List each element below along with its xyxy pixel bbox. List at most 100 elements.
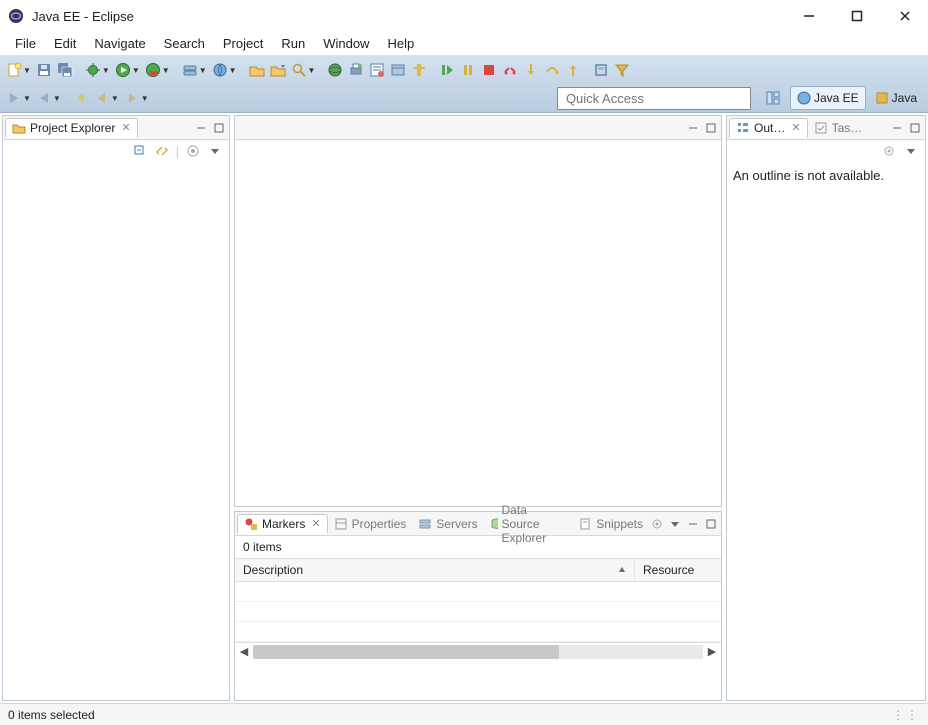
back-history-dropdown[interactable]: ▼ xyxy=(111,94,121,103)
forward-dropdown[interactable]: ▼ xyxy=(141,94,151,103)
step-return-button[interactable] xyxy=(563,60,583,80)
markers-horizontal-scrollbar[interactable]: ◀ ▶ xyxy=(235,642,721,660)
next-annotation-button[interactable] xyxy=(4,88,24,108)
servers-icon xyxy=(418,517,432,531)
project-explorer-toolbar: | xyxy=(3,140,229,162)
toggle-breadcrumb-button[interactable] xyxy=(409,60,429,80)
open-resource-button[interactable] xyxy=(268,60,288,80)
outline-focus-button[interactable] xyxy=(879,141,899,161)
menu-run[interactable]: Run xyxy=(272,34,314,53)
debug-button[interactable] xyxy=(83,60,103,80)
menu-project[interactable]: Project xyxy=(214,34,272,53)
run-button[interactable] xyxy=(113,60,133,80)
markers-close-icon[interactable]: ✕ xyxy=(311,517,320,530)
scroll-track[interactable] xyxy=(253,645,703,659)
view-menu-button[interactable] xyxy=(205,141,225,161)
resize-grip-icon[interactable]: ⋮⋮ xyxy=(892,708,920,722)
disconnect-button[interactable] xyxy=(500,60,520,80)
menu-navigate[interactable]: Navigate xyxy=(85,34,154,53)
run-on-server-dropdown[interactable]: ▼ xyxy=(162,66,172,75)
search-button[interactable] xyxy=(289,60,309,80)
use-step-filters-button[interactable] xyxy=(612,60,632,80)
editor-minimize-button[interactable] xyxy=(685,120,701,136)
snippets-label: Snippets xyxy=(596,517,643,531)
step-over-button[interactable] xyxy=(542,60,562,80)
focus-task-button[interactable] xyxy=(183,141,203,161)
suspend-button[interactable] xyxy=(458,60,478,80)
debug-dropdown[interactable]: ▼ xyxy=(102,66,112,75)
quick-access-input[interactable] xyxy=(557,87,751,110)
drop-to-frame-button[interactable] xyxy=(591,60,611,80)
task-button[interactable] xyxy=(367,60,387,80)
project-explorer-icon xyxy=(12,121,26,135)
project-explorer-body xyxy=(3,162,229,700)
properties-tab[interactable]: Properties xyxy=(328,515,413,533)
save-all-button[interactable] xyxy=(55,60,75,80)
back-history-button[interactable] xyxy=(92,88,112,108)
servers-tab[interactable]: Servers xyxy=(412,515,483,533)
scroll-left-icon[interactable]: ◀ xyxy=(235,645,253,658)
project-explorer-maximize-button[interactable] xyxy=(211,120,227,136)
markers-maximize-button[interactable] xyxy=(703,516,719,532)
back-button[interactable] xyxy=(71,88,91,108)
run-dropdown[interactable]: ▼ xyxy=(132,66,142,75)
prev-annotation-dropdown[interactable]: ▼ xyxy=(53,94,63,103)
outline-tab[interactable]: Out… ✕ xyxy=(729,118,808,138)
scroll-thumb[interactable] xyxy=(253,645,559,659)
markers-view-menu-button[interactable] xyxy=(667,516,683,532)
java-icon xyxy=(875,91,889,105)
menu-file[interactable]: File xyxy=(6,34,45,53)
new-server-button[interactable] xyxy=(180,60,200,80)
outline-minimize-button[interactable] xyxy=(889,120,905,136)
markers-col-description[interactable]: Description xyxy=(235,559,635,581)
project-explorer-minimize-button[interactable] xyxy=(193,120,209,136)
minimize-button[interactable] xyxy=(794,4,824,28)
link-editor-button[interactable] xyxy=(152,141,172,161)
markers-focus-button[interactable] xyxy=(649,516,665,532)
markers-tab[interactable]: Markers ✕ xyxy=(237,514,328,534)
open-web-browser-button[interactable] xyxy=(325,60,345,80)
project-explorer-tab[interactable]: Project Explorer ✕ xyxy=(5,118,138,138)
resume-button[interactable] xyxy=(437,60,457,80)
maximize-button[interactable] xyxy=(842,4,872,28)
open-type-button[interactable] xyxy=(247,60,267,80)
editor-maximize-button[interactable] xyxy=(703,120,719,136)
open-perspective-button[interactable] xyxy=(758,86,788,110)
outline-close-icon[interactable]: ✕ xyxy=(791,121,800,134)
menu-window[interactable]: Window xyxy=(314,34,378,53)
project-explorer-panel: Project Explorer ✕ | xyxy=(2,115,230,701)
print-button[interactable] xyxy=(346,60,366,80)
new-button[interactable] xyxy=(4,60,24,80)
menu-help[interactable]: Help xyxy=(378,34,423,53)
next-annotation-dropdown[interactable]: ▼ xyxy=(23,94,33,103)
new-dropdown[interactable]: ▼ xyxy=(23,66,33,75)
new-web-dropdown[interactable]: ▼ xyxy=(229,66,239,75)
snippets-tab[interactable]: Snippets xyxy=(572,515,649,533)
outline-maximize-button[interactable] xyxy=(907,120,923,136)
editor-panel xyxy=(234,115,722,507)
collapse-all-button[interactable] xyxy=(130,141,150,161)
save-button[interactable] xyxy=(34,60,54,80)
project-explorer-close-icon[interactable]: ✕ xyxy=(121,121,130,134)
pin-button[interactable] xyxy=(388,60,408,80)
search-dropdown[interactable]: ▼ xyxy=(308,66,318,75)
scroll-right-icon[interactable]: ▶ xyxy=(703,645,721,658)
tasks-tab[interactable]: Tas… xyxy=(808,119,869,137)
step-into-button[interactable] xyxy=(521,60,541,80)
center-area: Markers ✕ Properties Servers Data Source… xyxy=(234,115,722,701)
menu-search[interactable]: Search xyxy=(155,34,214,53)
outline-view-menu-button[interactable] xyxy=(901,141,921,161)
terminate-button[interactable] xyxy=(479,60,499,80)
markers-minimize-button[interactable] xyxy=(685,516,701,532)
new-web-button[interactable] xyxy=(210,60,230,80)
perspective-javaee[interactable]: Java EE xyxy=(790,86,866,110)
prev-annotation-button[interactable] xyxy=(34,88,54,108)
toolbar-area: ▼ ▼ ▼ ▼ ▼ ▼ ▼ xyxy=(0,56,928,113)
menu-edit[interactable]: Edit xyxy=(45,34,85,53)
close-button[interactable] xyxy=(890,4,920,28)
forward-button[interactable] xyxy=(122,88,142,108)
project-explorer-tabbar: Project Explorer ✕ xyxy=(3,116,229,140)
run-on-server-button[interactable] xyxy=(143,60,163,80)
new-server-dropdown[interactable]: ▼ xyxy=(199,66,209,75)
perspective-java[interactable]: Java xyxy=(868,86,924,110)
